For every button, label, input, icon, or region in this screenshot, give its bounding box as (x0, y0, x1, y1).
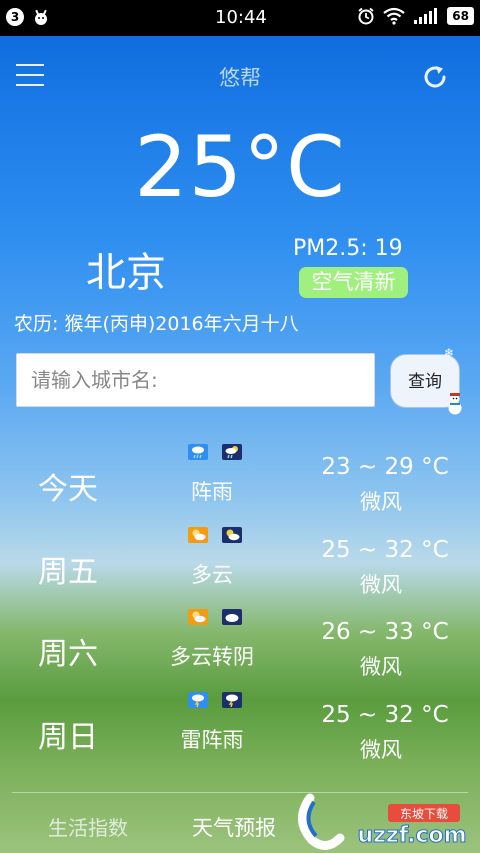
battery-indicator: 68 (447, 7, 474, 25)
shower-night-icon (222, 444, 242, 460)
forecast-row-sunday: 周日 雷阵雨 25 ~ 32 °C 微风 (0, 692, 480, 774)
forecast-wind: 微风 (360, 738, 402, 762)
forecast-wind: 微风 (360, 655, 402, 679)
forecast-row-friday: 周五 多云 25 ~ 32 °C 微风 (0, 527, 480, 609)
overcast-night-icon (222, 609, 242, 625)
cloudy-day-icon (188, 527, 208, 543)
app-title: 悠帮 (219, 66, 261, 90)
current-temperature: 25°C (134, 118, 346, 216)
forecast-description: 阵雨 (191, 480, 233, 504)
forecast-description: 雷阵雨 (180, 728, 244, 752)
status-bar-time: 10:44 (215, 7, 267, 28)
forecast-temperature: 25 ~ 32 °C (321, 702, 449, 728)
forecast-temperature: 26 ~ 33 °C (321, 619, 449, 645)
forecast-temperature: 23 ~ 29 °C (321, 454, 449, 480)
forecast-icons (188, 692, 242, 708)
watermark-text: 东坡下载 (400, 807, 448, 821)
forecast-description: 多云转阴 (170, 645, 254, 669)
signal-icon (414, 8, 438, 24)
status-bar: 3 10:44 68 (0, 0, 480, 36)
alarm-icon (358, 7, 374, 25)
forecast-description: 多云 (191, 563, 233, 587)
forecast-icons (188, 527, 242, 543)
tab-forecast[interactable]: 天气预报 (192, 812, 276, 842)
air-quality-badge: 空气清新 (299, 267, 408, 298)
forecast-icons (188, 444, 242, 460)
city-search-input[interactable] (16, 353, 375, 407)
forecast-wind: 微风 (360, 573, 402, 597)
snowflake-icon: ❄ (444, 346, 455, 360)
thunderstorm-day-icon (188, 692, 208, 708)
forecast-row-saturday: 周六 多云转阴 26 ~ 33 °C 微风 (0, 609, 480, 691)
forecast-wind: 微风 (360, 490, 402, 514)
uzzf-watermark-logo: 东坡下载 uzzf.com (298, 793, 467, 850)
forecast-day: 周日 (38, 720, 98, 755)
notification-count-badge: 3 (6, 8, 24, 26)
thunderstorm-night-icon (222, 692, 242, 708)
forecast-row-today: 今天 阵雨 23 ~ 29 °C 微风 (0, 444, 480, 526)
watermark-logo-text: uzzf.com (357, 823, 466, 848)
snowman-icon (448, 393, 462, 415)
refresh-icon[interactable] (420, 62, 450, 92)
shower-day-icon (188, 444, 208, 460)
forecast-day: 周五 (38, 555, 98, 590)
pm25-value: PM2.5: 19 (293, 236, 403, 261)
city-name: 北京 (86, 250, 166, 296)
forecast-day: 今天 (38, 472, 98, 507)
android-icon (35, 9, 47, 25)
cloudy-day-icon (188, 609, 208, 625)
tab-life-index[interactable]: 生活指数 (48, 812, 128, 841)
forecast-day: 周六 (38, 637, 98, 672)
status-bar-right: 68 (357, 7, 474, 25)
forecast-icons (188, 609, 242, 625)
wifi-icon (383, 7, 405, 25)
lunar-date: 农历: 猴年(丙申)2016年六月十八 (14, 313, 299, 335)
status-bar-left: 3 (6, 8, 50, 26)
cloudy-night-icon (222, 527, 242, 543)
forecast-temperature: 25 ~ 32 °C (321, 537, 449, 563)
